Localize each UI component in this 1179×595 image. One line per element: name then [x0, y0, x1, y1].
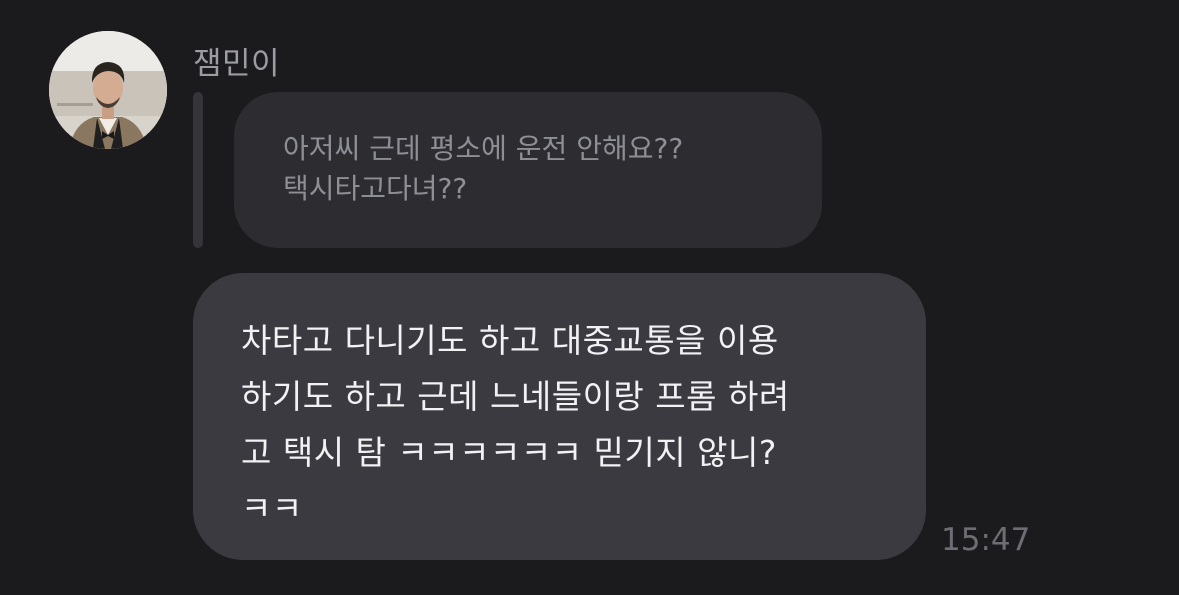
- avatar[interactable]: [49, 31, 167, 149]
- message-line: 하기도 하고 근데 느네들이랑 프롬 하려: [241, 377, 790, 416]
- message-line: 차타고 다니기도 하고 대중교통을 이용: [241, 321, 779, 360]
- quoted-message-text: 아저씨 근데 평소에 운전 안해요?? 택시타고다녀??: [283, 129, 782, 209]
- chat-screen: 잼민이 아저씨 근데 평소에 운전 안해요?? 택시타고다녀?? 차타고 다니기…: [0, 0, 1179, 595]
- message-line: ㅋㅋ: [241, 489, 303, 528]
- message-bubble[interactable]: 차타고 다니기도 하고 대중교통을 이용 하기도 하고 근데 느네들이랑 프롬 …: [193, 273, 926, 560]
- quoted-line: 택시타고다녀??: [283, 172, 468, 205]
- message-line: 고 택시 탐 ㅋㅋㅋㅋㅋㅋ 믿기지 않니?: [241, 433, 777, 472]
- quoted-line: 아저씨 근데 평소에 운전 안해요??: [283, 132, 684, 165]
- sender-name: 잼민이: [193, 46, 281, 82]
- profile-photo: [49, 31, 167, 149]
- message-timestamp: 15:47: [941, 522, 1031, 558]
- quoted-message-bubble[interactable]: 아저씨 근데 평소에 운전 안해요?? 택시타고다녀??: [234, 92, 822, 248]
- message-text: 차타고 다니기도 하고 대중교통을 이용 하기도 하고 근데 느네들이랑 프롬 …: [241, 313, 896, 537]
- reply-indicator-bar: [193, 92, 203, 248]
